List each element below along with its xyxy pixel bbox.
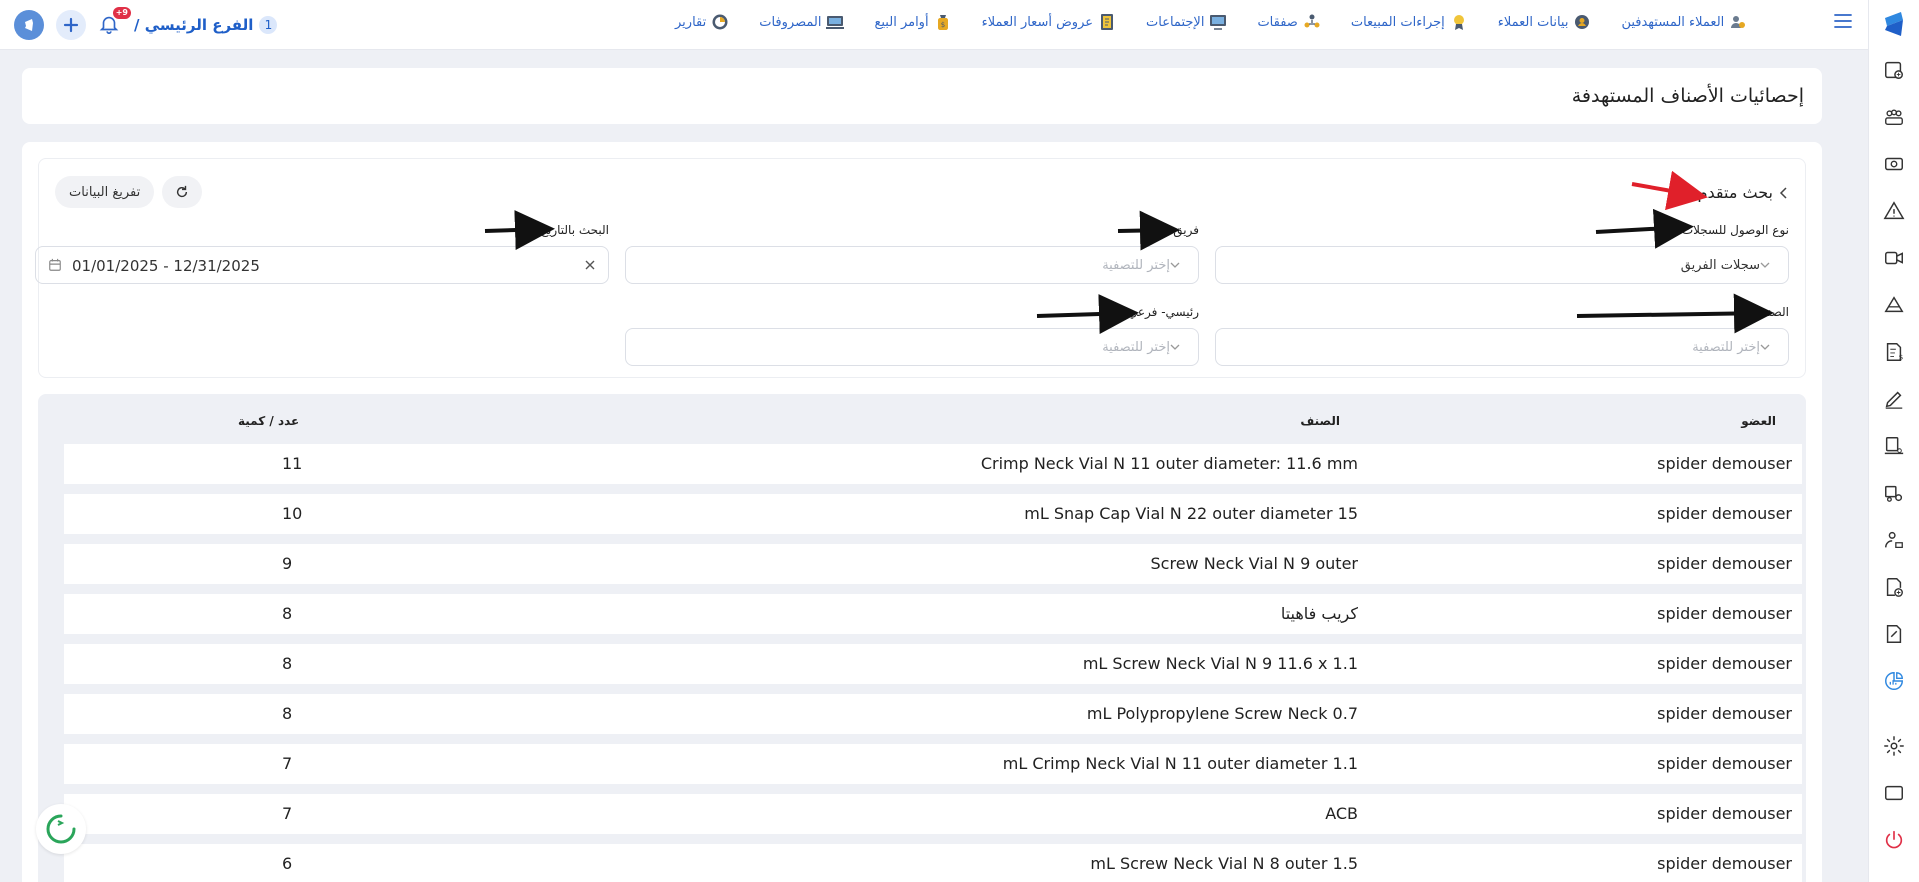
annotation-arrow	[484, 210, 555, 251]
annotation-arrow	[1036, 294, 1139, 335]
annotation-arrows	[484, 170, 1774, 335]
annotation-arrow	[1595, 208, 1694, 249]
annotation-arrow-red	[1631, 170, 1708, 211]
annotation-arrow	[1117, 210, 1180, 251]
annotation-arrow	[1576, 293, 1774, 334]
